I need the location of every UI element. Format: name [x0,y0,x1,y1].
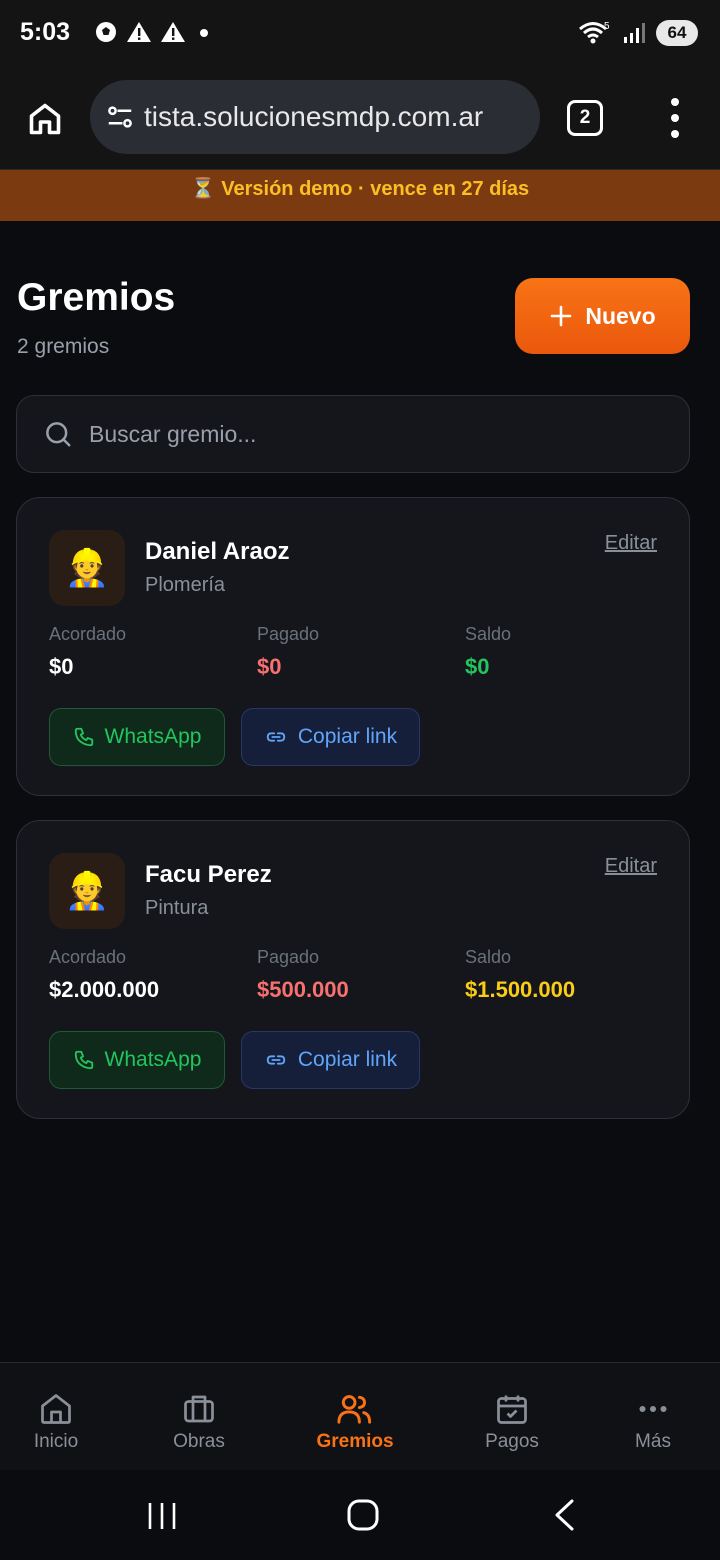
home-icon [41,1394,71,1424]
recents-icon[interactable] [146,1500,178,1532]
browser-home-button[interactable] [22,96,68,142]
saldo-label: Saldo [465,947,512,967]
search-icon [46,422,71,447]
wifi-icon: 5 [579,21,610,44]
whatsapp-label: WhatsApp [104,1048,202,1071]
pagado-label: Pagado [257,624,320,644]
browser-menu-button[interactable] [664,98,686,138]
users-icon [337,1395,372,1424]
acordado-label: Acordado [49,947,127,967]
pagado-value: $0 [257,654,282,679]
gremio-trade: Plomería [145,574,226,596]
home-icon [29,103,61,135]
nav-label: Pagos [485,1431,539,1452]
menu-dot [671,130,679,138]
acordado-label: Acordado [49,624,127,644]
saldo-label: Saldo [465,624,512,644]
nav-label: Inicio [33,1431,79,1452]
bottom-navigation: Inicio Obras Gremios Pagos Más [0,1362,720,1470]
notification-icons [94,20,214,44]
briefcase-icon [184,1395,214,1423]
acordado-value: $0 [49,654,74,679]
signal-icon [624,23,645,43]
whatsapp-button[interactable]: WhatsApp [49,1031,225,1089]
link-icon [266,732,286,742]
nav-label: Gremios [316,1431,394,1452]
home-button-icon[interactable] [346,1498,380,1532]
calendar-check-icon [497,1395,527,1424]
system-navigation-bar [0,1470,720,1560]
soccer-ball-icon [96,22,116,42]
demo-banner: ⏳ Versión demo · vence en 27 días [0,170,720,221]
new-button[interactable]: Nuevo [515,278,690,354]
whatsapp-button[interactable]: WhatsApp [49,708,225,766]
address-bar[interactable]: tista.solucionesmdp.com.ar [90,80,540,154]
nav-label: Más [635,1431,671,1452]
demo-banner-text: ⏳ Versión demo · vence en 27 días [190,178,530,200]
gremio-card: 👷 Facu Perez Pintura Editar Acordado $2.… [16,820,690,1119]
tab-switcher-button[interactable]: 2 [567,100,603,136]
copy-link-label: Copiar link [297,725,398,748]
pagado-label: Pagado [257,947,320,967]
search-box [16,395,690,473]
menu-dot [671,98,679,106]
plus-icon [551,305,572,327]
search-input[interactable] [89,420,649,448]
pagado-value: $500.000 [257,977,349,1002]
phone-icon [74,1050,93,1070]
nav-item-inicio[interactable]: Inicio [0,1363,116,1471]
whatsapp-label: WhatsApp [104,725,202,748]
copy-link-button[interactable]: Copiar link [241,1031,420,1089]
gremio-name: Daniel Araoz [145,538,290,565]
menu-dot [671,114,679,122]
avatar: 👷 [49,530,125,606]
edit-link[interactable]: Editar [605,855,657,878]
warning-icon [161,22,185,42]
battery-indicator: 64 [656,20,698,46]
status-time: 5:03 [20,18,71,46]
gremio-trade: Pintura [145,897,209,919]
site-settings-icon[interactable] [104,101,136,133]
worker-emoji-icon: 👷 [64,870,110,911]
network-badge: 5 [604,21,610,32]
worker-emoji-icon: 👷 [64,547,110,588]
new-button-label: Nuevo [585,302,656,329]
dot-icon [200,29,208,37]
copy-link-label: Copiar link [297,1048,398,1071]
page-subtitle: 2 gremios [17,335,110,358]
nav-item-pagos[interactable]: Pagos [452,1363,572,1471]
nav-item-obras[interactable]: Obras [139,1363,259,1471]
back-icon[interactable] [552,1498,578,1532]
browser-toolbar: tista.solucionesmdp.com.ar 2 [0,70,720,170]
system-icons: 5 64 [578,20,698,46]
avatar: 👷 [49,853,125,929]
gremio-name: Facu Perez [145,861,272,888]
gremio-card: 👷 Daniel Araoz Plomería Editar Acordado … [16,497,690,796]
saldo-value: $1.500.000 [465,977,576,1002]
more-icon [639,1406,667,1412]
acordado-value: $2.000.000 [49,977,160,1002]
nav-item-mas[interactable]: Más [593,1363,713,1471]
page-title: Gremios [17,276,176,319]
copy-link-button[interactable]: Copiar link [241,708,420,766]
url-text: tista.solucionesmdp.com.ar [144,101,484,132]
nav-item-gremios[interactable]: Gremios [295,1363,415,1471]
status-bar: 5:03 5 64 [0,0,720,70]
phone-icon [74,727,93,747]
warning-icon [127,22,151,42]
edit-link[interactable]: Editar [605,532,657,555]
link-icon [266,1055,286,1065]
saldo-value: $0 [465,654,490,679]
nav-label: Obras [173,1431,225,1452]
